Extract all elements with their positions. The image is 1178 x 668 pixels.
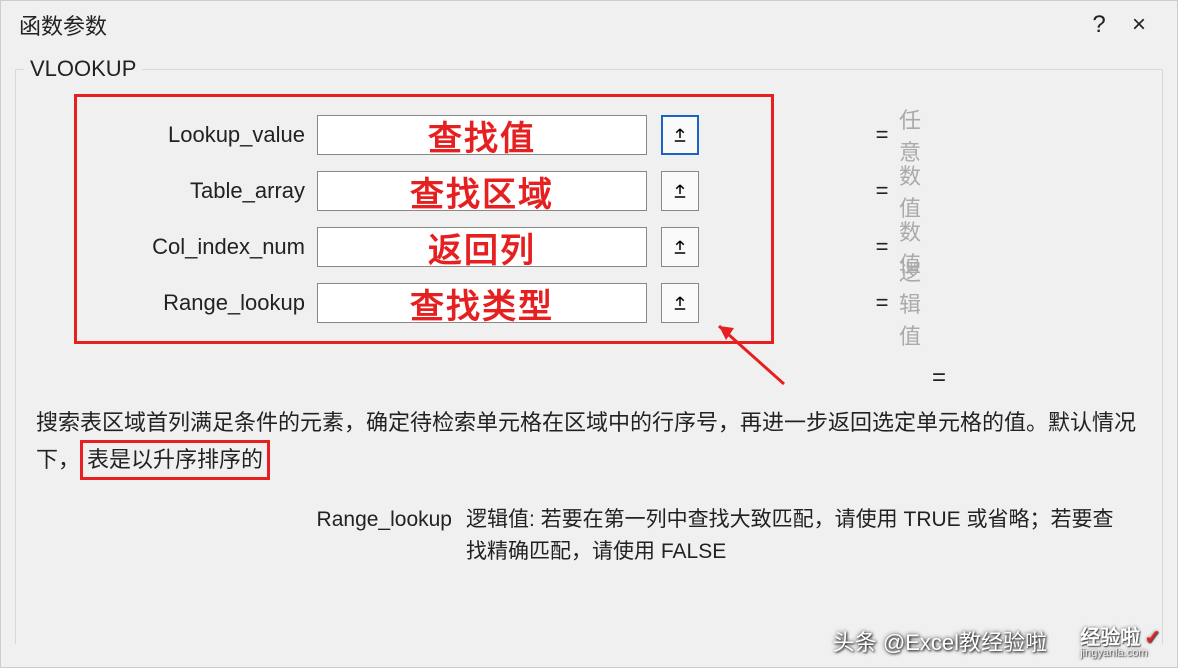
collapse-dialog-icon (671, 294, 689, 312)
range-picker-button[interactable] (661, 171, 699, 211)
function-arguments-dialog: 函数参数 ? × VLOOKUP Lookup_value 查找值 (0, 0, 1178, 668)
function-description: 搜索表区域首列满足条件的元素，确定待检索单元格在区域中的行序号，再进一步返回选定… (36, 406, 1142, 480)
result-equals: = (736, 364, 1142, 392)
range-picker-button[interactable] (661, 227, 699, 267)
param-label: Table_array (87, 178, 317, 204)
equals-label: = (867, 122, 897, 148)
dialog-title: 函数参数 (19, 9, 1079, 41)
watermark-logo: 经验啦✓ jingyanla.com (1080, 621, 1161, 659)
col-index-num-input[interactable] (317, 227, 647, 267)
close-button[interactable]: × (1119, 11, 1159, 39)
collapse-dialog-icon (671, 238, 689, 256)
range-picker-button[interactable] (661, 115, 699, 155)
param-desc-name: Range_lookup (36, 504, 466, 567)
lookup-value-input[interactable] (317, 115, 647, 155)
collapse-dialog-icon (671, 126, 689, 144)
check-icon: ✓ (1144, 627, 1161, 649)
range-picker-button[interactable] (661, 283, 699, 323)
parameter-highlight-box: Lookup_value 查找值 = 任意 T (74, 94, 774, 344)
param-type: 任意 (899, 103, 921, 167)
function-name: VLOOKUP (24, 56, 142, 82)
param-label: Lookup_value (87, 122, 317, 148)
param-label: Range_lookup (87, 290, 317, 316)
parameter-description: Range_lookup 逻辑值: 若要在第一列中查找大致匹配，请使用 TRUE… (36, 504, 1142, 567)
range-lookup-input[interactable] (317, 283, 647, 323)
equals-label: = (867, 290, 897, 316)
description-highlight-box: 表是以升序排序的 (80, 440, 270, 480)
param-desc-text: 逻辑值: 若要在第一列中查找大致匹配，请使用 TRUE 或省略；若要查找精确匹配… (466, 504, 1142, 567)
help-button[interactable]: ? (1079, 11, 1119, 39)
collapse-dialog-icon (671, 182, 689, 200)
dialog-content: VLOOKUP Lookup_value 查找值 (15, 69, 1163, 644)
equals-label: = (867, 234, 897, 260)
equals-label: = (867, 178, 897, 204)
param-label: Col_index_num (87, 234, 317, 260)
watermark-main: 经验啦 (1080, 627, 1140, 649)
param-type: 逻辑值 (899, 255, 921, 351)
title-bar: 函数参数 ? × (1, 1, 1177, 49)
param-type: 数值 (899, 159, 921, 223)
table-array-input[interactable] (317, 171, 647, 211)
watermark-text: 头条 @Excel教经验啦 (833, 625, 1047, 657)
